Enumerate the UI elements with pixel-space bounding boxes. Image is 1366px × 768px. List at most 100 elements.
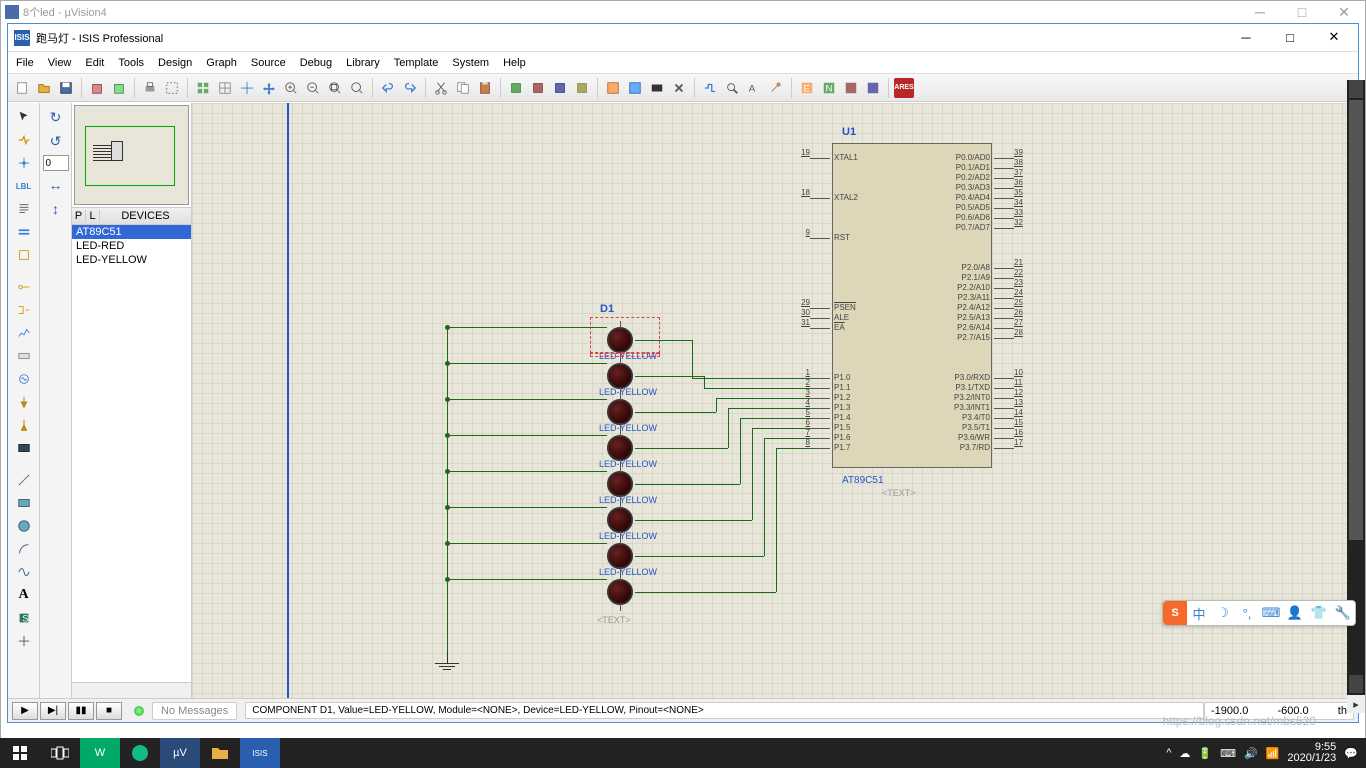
zoom-all-button[interactable] [325, 78, 345, 98]
wire[interactable] [740, 418, 741, 484]
menu-graph[interactable]: Graph [206, 57, 237, 69]
sogou-icon[interactable]: S [1163, 601, 1187, 625]
pin-mode-button[interactable] [12, 300, 36, 320]
wire[interactable] [692, 378, 810, 379]
component-led-5[interactable] [607, 471, 633, 497]
menu-library[interactable]: Library [346, 57, 380, 69]
menu-tools[interactable]: Tools [118, 57, 144, 69]
wire[interactable] [635, 376, 704, 377]
wire[interactable] [776, 448, 777, 592]
ime-skin-icon[interactable]: 👕 [1307, 601, 1331, 625]
ares-button[interactable]: ARES [894, 78, 914, 98]
wire[interactable] [776, 448, 810, 449]
flip-h-button[interactable]: ↔ [44, 175, 68, 195]
component-led-7[interactable] [607, 543, 633, 569]
symbol-button[interactable]: S [12, 608, 36, 628]
open-button[interactable] [34, 78, 54, 98]
cut-button[interactable] [431, 78, 451, 98]
taskbar-app-isis[interactable]: ISIS [240, 738, 280, 768]
block-move-button[interactable] [528, 78, 548, 98]
inner-maximize-button[interactable]: □ [1270, 26, 1310, 48]
wire[interactable] [716, 398, 810, 399]
wire[interactable] [764, 438, 765, 556]
rotation-input[interactable] [43, 155, 69, 171]
taskbar-app-uvision[interactable]: µV [160, 738, 200, 768]
export-button[interactable] [109, 78, 129, 98]
marker-button[interactable] [12, 631, 36, 651]
new-button[interactable] [12, 78, 32, 98]
tray-onedrive-icon[interactable]: ☁ [1179, 747, 1190, 760]
pause-button[interactable]: ▮▮ [68, 702, 94, 720]
selection-mode-button[interactable] [12, 107, 36, 127]
block-copy-button[interactable] [506, 78, 526, 98]
line-button[interactable] [12, 470, 36, 490]
wire[interactable] [447, 507, 607, 508]
pan-button[interactable] [259, 78, 279, 98]
property-button[interactable]: A [744, 78, 764, 98]
chip-pin-28[interactable]: 28P2.7/A15 [992, 338, 1014, 349]
probe-i-button[interactable] [12, 415, 36, 435]
outer-minimize-button[interactable]: ─ [1239, 1, 1281, 23]
chip-pin-8[interactable]: 8P1.7 [810, 448, 832, 459]
device-item-led-red[interactable]: LED-RED [72, 239, 191, 253]
device-item-led-yellow[interactable]: LED-YELLOW [72, 253, 191, 267]
generator-mode-button[interactable] [12, 369, 36, 389]
component-led-2[interactable] [607, 363, 633, 389]
component-led-4[interactable] [607, 435, 633, 461]
tray-wifi-icon[interactable]: 📶 [1266, 747, 1280, 760]
component-led-6[interactable] [607, 507, 633, 533]
taskbar-app-wps[interactable]: W [80, 738, 120, 768]
devices-p-button[interactable]: P [72, 210, 86, 222]
ime-user-icon[interactable]: 👤 [1283, 601, 1307, 625]
netlist-button[interactable]: N [819, 78, 839, 98]
wire[interactable] [704, 376, 705, 388]
zoom-area-button[interactable] [347, 78, 367, 98]
wire[interactable] [447, 543, 607, 544]
zoom-in-button[interactable] [281, 78, 301, 98]
wire[interactable] [728, 408, 810, 409]
ime-moon-icon[interactable]: ☽ [1211, 601, 1235, 625]
wire[interactable] [752, 428, 753, 520]
text-button[interactable]: A [12, 585, 36, 605]
stop-button[interactable]: ■ [96, 702, 122, 720]
step-button[interactable]: ▶| [40, 702, 66, 720]
chip-pin-18[interactable]: 18XTAL2 [810, 198, 832, 209]
instrument-button[interactable] [12, 438, 36, 458]
tray-expand-icon[interactable]: ^ [1166, 747, 1171, 759]
wire[interactable] [635, 556, 764, 557]
inner-titlebar[interactable]: ISIS 跑马灯 - ISIS Professional ─ □ ✕ [8, 24, 1358, 52]
print-button[interactable] [140, 78, 160, 98]
import-button[interactable] [87, 78, 107, 98]
component-u1[interactable]: U1 19XTAL118XTAL29RST29PSEN30ALE31EA1P1.… [812, 128, 1012, 488]
rect-button[interactable] [12, 493, 36, 513]
ime-toolbar[interactable]: S 中 ☽ °, ⌨ 👤 👕 🔧 [1162, 600, 1356, 626]
wire[interactable] [740, 418, 810, 419]
ground-terminal[interactable] [435, 651, 459, 670]
tray-notifications-icon[interactable]: 💬 [1344, 747, 1358, 760]
menu-source[interactable]: Source [251, 57, 286, 69]
block-delete-button[interactable] [572, 78, 592, 98]
inner-close-button[interactable]: ✕ [1314, 26, 1354, 48]
ime-punct-icon[interactable]: °, [1235, 601, 1259, 625]
package-button[interactable] [647, 78, 667, 98]
tray-clock[interactable]: 9:55 2020/1/23 [1287, 742, 1336, 764]
wire[interactable] [447, 579, 607, 580]
wire[interactable] [635, 484, 740, 485]
path-button[interactable] [12, 562, 36, 582]
menu-edit[interactable]: Edit [85, 57, 104, 69]
junction-mode-button[interactable] [12, 153, 36, 173]
ime-lang-button[interactable]: 中 [1187, 601, 1211, 625]
undo-button[interactable] [378, 78, 398, 98]
chip-pin-32[interactable]: 32P0.7/AD7 [992, 228, 1014, 239]
rotate-cw-button[interactable]: ↻ [44, 107, 68, 127]
bus-mode-button[interactable] [12, 222, 36, 242]
menu-help[interactable]: Help [503, 57, 526, 69]
terminal-mode-button[interactable] [12, 277, 36, 297]
make-button[interactable] [625, 78, 645, 98]
overview-panel[interactable] [74, 105, 189, 205]
component-led-3[interactable] [607, 399, 633, 425]
component-led-1[interactable] [607, 327, 633, 353]
flip-v-button[interactable]: ↕ [44, 199, 68, 219]
decompose-button[interactable] [669, 78, 689, 98]
redo-button[interactable] [400, 78, 420, 98]
